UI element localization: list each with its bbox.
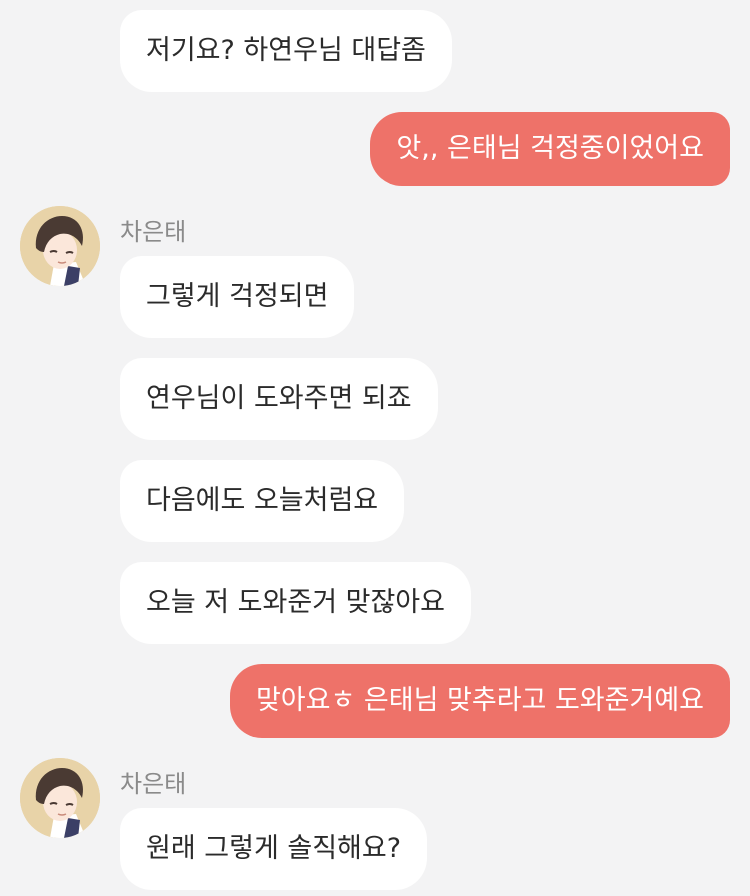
message-text: 저기요? 하연우님 대답좀 [146, 35, 426, 66]
outgoing-message-bubble: 맞아요ㅎ 은태님 맞추라고 도와준거예요 [229, 664, 730, 738]
message-text: 연우님이 도와주면 되죠 [146, 383, 412, 414]
incoming-message-bubble: 원래 그렇게 솔직해요? [120, 808, 428, 890]
outgoing-message-bubble: 앗,, 은태님 걱정중이었어요 [370, 112, 730, 186]
sender-avatar[interactable] [20, 206, 100, 286]
incoming-message-bubble: 그렇게 걱정되면 [120, 256, 355, 338]
profile-portrait-icon [20, 758, 100, 838]
incoming-message-bubble: 저기요? 하연우님 대답좀 [120, 10, 452, 92]
message-text: 원래 그렇게 솔직해요? [146, 833, 402, 864]
incoming-message-bubble: 연우님이 도와주면 되죠 [120, 358, 438, 440]
sender-name: 차은태 [120, 218, 187, 246]
message-text: 다음에도 오늘처럼요 [146, 485, 379, 516]
sender-name: 차은태 [120, 770, 187, 798]
incoming-message-bubble: 오늘 저 도와준거 맞잖아요 [120, 562, 471, 644]
incoming-message-bubble: 다음에도 오늘처럼요 [120, 460, 405, 542]
message-text: 앗,, 은태님 걱정중이었어요 [396, 133, 704, 164]
profile-portrait-icon [20, 206, 100, 286]
message-text: 맞아요ㅎ 은태님 맞추라고 도와준거예요 [255, 685, 704, 716]
sender-avatar[interactable] [20, 758, 100, 838]
message-text: 오늘 저 도와준거 맞잖아요 [146, 587, 445, 618]
message-text: 그렇게 걱정되면 [146, 281, 329, 312]
